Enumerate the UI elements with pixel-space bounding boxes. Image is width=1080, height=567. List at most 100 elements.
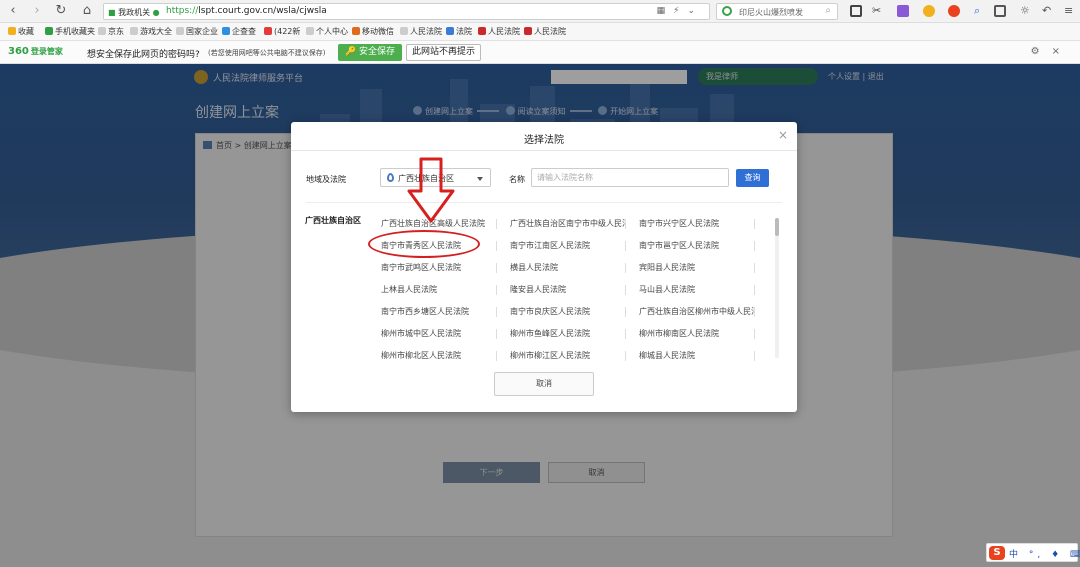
shield-ext-icon[interactable] <box>923 5 935 17</box>
column-separator <box>625 285 626 295</box>
bookmark-item[interactable]: 移动微信 <box>352 26 394 37</box>
court-icon <box>446 27 454 35</box>
ime-toolbar[interactable]: S 中 °, ♦ ⌨ ☷ <box>986 543 1080 562</box>
court-item[interactable]: 柳州市鱼峰区人民法院 <box>510 328 625 339</box>
dialog-header: 选择法院 × <box>291 122 797 151</box>
column-separator <box>496 285 497 295</box>
bookmark-label: (422新 <box>274 27 301 36</box>
emblem-icon <box>478 27 486 35</box>
column-separator <box>625 241 626 251</box>
scissors-icon[interactable]: ✂ <box>872 5 884 17</box>
close-icon[interactable]: × <box>1052 46 1072 57</box>
ime-controls[interactable]: 中 °, ♦ ⌨ ☷ <box>1009 547 1080 560</box>
court-item[interactable]: 南宁市西乡塘区人民法院 <box>381 306 496 317</box>
court-item[interactable]: 南宁市邕宁区人民法院 <box>639 240 754 251</box>
home-icon[interactable]: ⌂ <box>80 4 94 18</box>
column-separator <box>496 351 497 361</box>
bookmark-item[interactable]: 国家企业 <box>176 26 218 37</box>
logo-sub: 登录管家 <box>30 47 63 56</box>
emblem-icon <box>352 27 360 35</box>
back-icon[interactable]: ‹ <box>6 4 20 18</box>
game-icon[interactable] <box>948 5 960 17</box>
court-item[interactable]: 上林县人民法院 <box>381 284 496 295</box>
address-bar[interactable]: ■ 我政机关 ● https://lspt.court.gov.cn/wsla/… <box>103 3 710 20</box>
court-item[interactable]: 广西壮族自治区柳州市中级人民法院 <box>639 306 754 317</box>
court-item[interactable]: 宾阳县人民法院 <box>639 262 754 273</box>
column-separator <box>754 351 755 361</box>
bookmark-label: 人民法院 <box>488 27 520 36</box>
column-separator <box>625 307 626 317</box>
bookmark-item[interactable]: 手机收藏夹 <box>45 26 95 37</box>
region-heading[interactable]: 广西壮族自治区 <box>305 215 361 226</box>
bookmark-item[interactable]: 人民法院 <box>400 26 442 37</box>
close-icon[interactable]: × <box>778 128 788 142</box>
dialog-cancel-button[interactable]: 取消 <box>494 372 594 396</box>
column-separator <box>496 307 497 317</box>
qcc-icon <box>222 27 230 35</box>
bookmark-item[interactable]: 个人中心 <box>306 26 348 37</box>
bookmark-item[interactable]: (422新 <box>264 26 300 37</box>
court-name-input[interactable] <box>531 168 729 187</box>
court-item[interactable]: 南宁市良庆区人民法院 <box>510 306 625 317</box>
bookmark-item[interactable]: 游戏大全 <box>130 26 172 37</box>
search-box[interactable]: 印尼火山爆烈喷发 ⌕ <box>716 3 838 20</box>
court-item[interactable]: 南宁市武鸣区人民法院 <box>381 262 496 273</box>
bookmark-label: 移动微信 <box>362 27 394 36</box>
save-password-button[interactable]: 🔑 安全保存 <box>338 44 402 61</box>
bookmark-item[interactable]: 人民法院 <box>478 26 520 37</box>
bookmark-label: 人民法院 <box>410 27 442 36</box>
bookmark-item[interactable]: 人民法院 <box>524 26 566 37</box>
bookmark-label: 收藏 <box>18 27 34 36</box>
undo-icon[interactable]: ↶ <box>1042 5 1054 17</box>
court-item[interactable]: 马山县人民法院 <box>639 284 754 295</box>
page-icon <box>306 27 314 35</box>
settings-icon[interactable]: ⚙ <box>1031 46 1052 57</box>
column-separator <box>496 263 497 273</box>
apps-icon[interactable] <box>994 5 1006 17</box>
password-save-bar: 360 登录管家 想安全保存此网页的密码吗? (若您使用网吧等公共电脑不建议保存)… <box>0 41 1080 64</box>
search-icon[interactable]: ⌕ <box>825 5 831 16</box>
column-separator <box>754 285 755 295</box>
column-separator <box>754 329 755 339</box>
search-suggestion: 印尼火山爆烈喷发 <box>739 8 803 17</box>
column-separator <box>625 219 626 229</box>
court-item[interactable]: 隆安县人民法院 <box>510 284 625 295</box>
address-bar-icons[interactable]: ▦⚡⌄ <box>657 6 703 16</box>
query-button[interactable]: 查询 <box>736 169 769 187</box>
weibo-icon <box>264 27 272 35</box>
reader-icon[interactable] <box>850 5 862 17</box>
bookmarks-bar: 收藏 手机收藏夹 京东 游戏大全 国家企业 企查查 (422新 个人中心 移动微… <box>0 23 1080 41</box>
bookmark-label: 企查查 <box>232 27 256 36</box>
forward-icon[interactable]: › <box>30 4 44 18</box>
bookmark-label: 游戏大全 <box>140 27 172 36</box>
refresh-icon[interactable]: ↻ <box>54 4 68 18</box>
bookmark-item[interactable]: 法院 <box>446 26 472 37</box>
never-prompt-button[interactable]: 此网站不再提示 <box>406 44 481 61</box>
court-item[interactable]: 柳州市城中区人民法院 <box>381 328 496 339</box>
column-separator <box>496 219 497 229</box>
menu-icon[interactable]: ≡ <box>1064 5 1076 17</box>
column-separator <box>625 351 626 361</box>
bookmark-item[interactable]: 京东 <box>98 26 124 37</box>
court-item[interactable]: 广西壮族自治区南宁市中级人民法院 <box>510 218 625 229</box>
column-separator <box>754 263 755 273</box>
court-item[interactable]: 南宁市兴宁区人民法院 <box>639 218 754 229</box>
brightness-icon[interactable]: ☼ <box>1020 5 1032 17</box>
court-item[interactable]: 柳州市柳江区人民法院 <box>510 350 625 361</box>
court-item[interactable]: 柳州市柳北区人民法院 <box>381 350 496 361</box>
scrollbar-thumb[interactable] <box>775 218 779 236</box>
court-list-scrollbar[interactable] <box>775 218 779 358</box>
url-path: lspt.court.gov.cn/wsla/cjwsla <box>198 6 327 16</box>
extension-icon[interactable] <box>897 5 909 17</box>
court-item[interactable]: 横县人民法院 <box>510 262 625 273</box>
bookmark-item[interactable]: 企查查 <box>222 26 256 37</box>
find-icon[interactable]: ⌕ <box>974 5 986 17</box>
dialog-title: 选择法院 <box>524 135 564 146</box>
select-court-dialog: 选择法院 × 地域及法院 广西壮族自治区 名称 查询 广西壮族自治区 广西壮族自… <box>291 122 797 412</box>
bookmark-label: 个人中心 <box>316 27 348 36</box>
court-item[interactable]: 南宁市江南区人民法院 <box>510 240 625 251</box>
court-item[interactable]: 柳城县人民法院 <box>639 350 754 361</box>
court-item[interactable]: 柳州市柳南区人民法院 <box>639 328 754 339</box>
name-label: 名称 <box>509 175 525 184</box>
bookmark-item[interactable]: 收藏 <box>8 26 34 37</box>
